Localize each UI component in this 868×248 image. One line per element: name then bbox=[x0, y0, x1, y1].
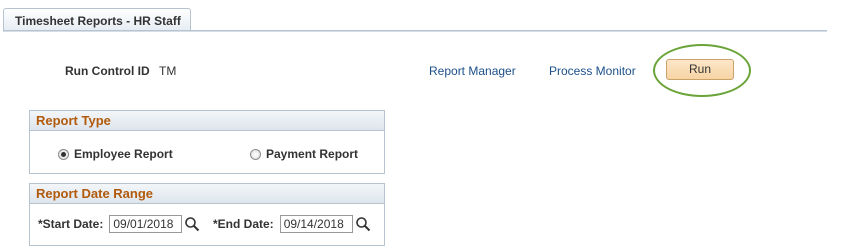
report-type-group: Report Type Employee Report Payment Repo… bbox=[29, 110, 385, 174]
payment-report-radio[interactable] bbox=[250, 148, 261, 160]
employee-report-option[interactable]: Employee Report bbox=[58, 147, 173, 161]
report-manager-link[interactable]: Report Manager bbox=[429, 64, 516, 78]
tab-divider bbox=[3, 30, 827, 32]
end-date-row: *End Date: bbox=[213, 215, 371, 233]
end-date-input[interactable] bbox=[279, 215, 353, 233]
payment-report-label: Payment Report bbox=[266, 147, 359, 161]
end-date-label: *End Date: bbox=[213, 217, 274, 231]
process-monitor-link[interactable]: Process Monitor bbox=[549, 64, 636, 78]
run-control-value: TM bbox=[159, 64, 177, 78]
report-date-range-title: Report Date Range bbox=[30, 184, 384, 204]
start-date-label: *Start Date: bbox=[38, 217, 104, 231]
start-date-row: *Start Date: bbox=[38, 215, 200, 233]
run-button[interactable]: Run bbox=[666, 59, 734, 80]
report-date-range-group: Report Date Range *Start Date: *End Date… bbox=[29, 183, 385, 246]
run-control-label: Run Control ID bbox=[65, 64, 150, 78]
employee-report-radio[interactable] bbox=[58, 148, 69, 160]
report-type-title: Report Type bbox=[30, 111, 384, 131]
tab-timesheet-reports[interactable]: Timesheet Reports - HR Staff bbox=[3, 8, 191, 31]
employee-report-label: Employee Report bbox=[74, 147, 173, 161]
start-date-lookup-icon[interactable] bbox=[184, 216, 200, 232]
payment-report-option[interactable]: Payment Report bbox=[250, 147, 358, 161]
start-date-input[interactable] bbox=[109, 215, 183, 233]
end-date-lookup-icon[interactable] bbox=[355, 216, 371, 232]
tab-label: Timesheet Reports - HR Staff bbox=[15, 14, 181, 28]
